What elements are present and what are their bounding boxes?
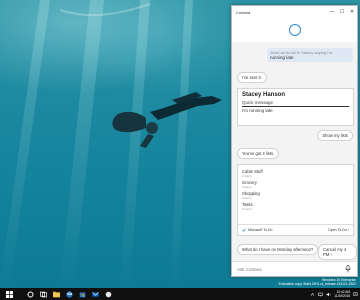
open-todo-link[interactable]: Open To-Do › [328,228,349,232]
clock[interactable]: 10:42 AM 11/26/2018 [334,290,350,298]
window-title: Cortana [236,9,251,15]
cortana-window: Cortana — ☐ ✕ Send an email to Stacey sa… [231,5,358,277]
user-message-line: running late [270,55,294,60]
list-count: 2 items [242,196,252,200]
edge-browser-icon[interactable] [66,290,73,298]
minimize-button[interactable]: — [327,6,337,18]
user-message-bubble: Send an email to Stacey saying I'm runni… [267,48,353,62]
maximize-button[interactable]: ☐ [337,6,347,18]
cortana-logo-area [232,18,357,42]
notifications-icon[interactable] [353,292,358,297]
cortana-reply-sent: I've sent it. [237,72,267,83]
start-windows-icon[interactable] [6,290,13,298]
chat-area[interactable]: Send an email to Stacey saying I'm runni… [232,42,357,262]
list-count: 3 items [242,185,252,189]
clock-date: 11/26/2018 [334,294,350,298]
cortana-circle-icon [288,24,301,36]
task-view-icon[interactable] [40,291,47,298]
title-bar: Cortana — ☐ ✕ [232,6,357,18]
todo-footer: Microsoft To-Do Open To-Do › [238,224,353,235]
file-explorer-icon[interactable] [53,291,60,298]
ask-cortana-input[interactable]: Ask Cortana [237,267,345,272]
todo-app-name: Microsoft To-Do [248,228,273,232]
chevron-up-icon[interactable] [310,292,315,297]
suggestion-chip[interactable]: What do I have on Monday afternoon? [237,244,319,255]
swimmer-image [59,3,222,148]
todo-check-icon [242,228,246,232]
network-icon[interactable] [318,292,324,297]
suggestion-chip[interactable]: Cancel my 4 PM › [318,244,357,260]
message-subject: Quick message [242,100,274,105]
microphone-icon[interactable] [345,265,351,273]
list-item[interactable]: Tasks 5 items [242,201,349,212]
list-item[interactable]: Grocery 3 items [242,179,349,190]
contact-card[interactable]: Stacey Hanson Quick message I'm running … [237,88,354,126]
windows-watermark: Windows 10 Enterprise Evaluation copy. B… [279,278,356,286]
list-count: 5 items [242,207,252,211]
store-icon[interactable] [79,291,86,298]
list-item[interactable]: Shopping 2 items [242,190,349,201]
cortana-search-icon[interactable] [27,291,34,298]
volume-icon[interactable] [326,292,331,297]
watermark-line: Evaluation copy. Build 19H1.rs_release.1… [278,282,356,286]
cortana-reply-lists: You've got 4 lists. [237,148,280,159]
close-button[interactable]: ✕ [347,6,357,18]
taskbar: 10:42 AM 11/26/2018 [0,288,360,300]
message-body: I'm running late [242,107,273,113]
list-count: 2 items [242,174,252,178]
system-tray: 10:42 AM 11/26/2018 [307,288,358,300]
divider [242,106,349,107]
lists-card[interactable]: Cable Stuff 2 items Grocery 3 items Shop… [237,164,354,236]
mail-icon[interactable] [92,291,99,298]
list-item[interactable]: Cable Stuff 2 items [242,168,349,179]
contact-name: Stacey Hanson [242,92,286,98]
user-show-lists-bubble: Show my lists [317,130,353,141]
ask-cortana-bar[interactable]: Ask Cortana [232,261,357,276]
app-icon[interactable] [105,291,112,298]
